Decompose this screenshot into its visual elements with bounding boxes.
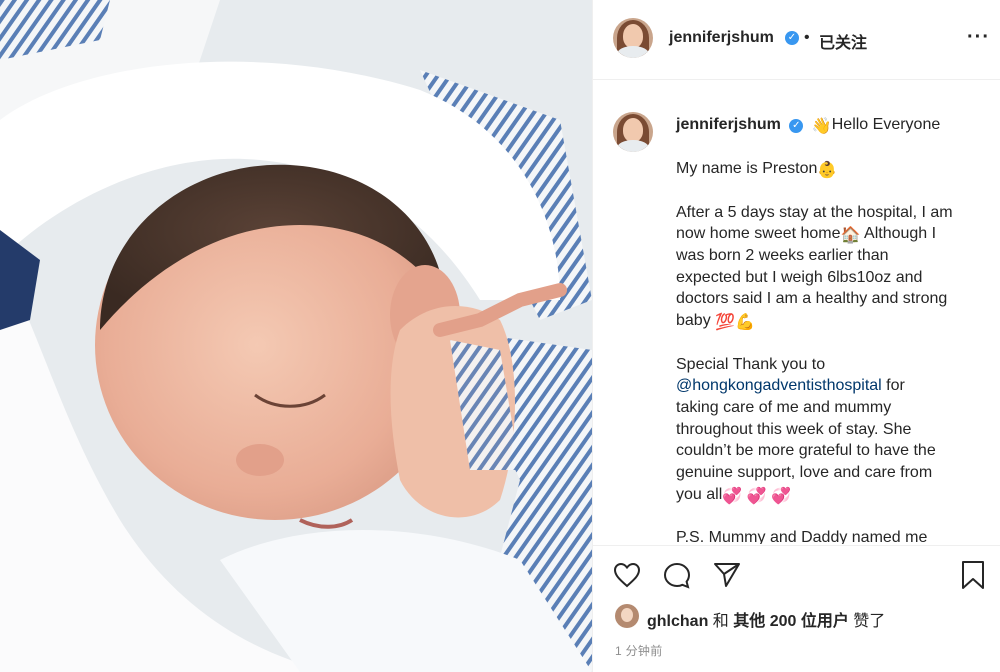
caption-text: baby xyxy=(676,312,711,329)
more-horizontal-icon[interactable]: ··· xyxy=(967,26,990,49)
separator-dot: • xyxy=(804,29,810,46)
verified-badge-icon: ✓ xyxy=(785,31,799,45)
heart-icon[interactable] xyxy=(613,562,641,588)
likes-suffix: 赞了 xyxy=(848,613,886,630)
post-photo[interactable] xyxy=(0,0,592,672)
caption-username[interactable]: jenniferjshum xyxy=(676,116,781,133)
post-header: jenniferjshum ✓ • 已关注 ··· xyxy=(593,0,1000,80)
caption-line: now home sweet home 🏠 Although I xyxy=(676,223,936,247)
caption-line: My name is Preston👶 xyxy=(676,158,837,182)
caption-line: taking care of me and mummy xyxy=(676,399,892,416)
hundred-points-emoji-icon: 💯 xyxy=(715,314,736,331)
hospital-mention-link[interactable]: @hongkongadventisthospital xyxy=(676,377,882,394)
caption-line: @hongkongadventisthospital for xyxy=(676,375,905,397)
caption-author-avatar[interactable] xyxy=(613,112,653,152)
caption-line: you all💞 💞 💞 xyxy=(676,484,791,508)
other-likers-link[interactable]: 其他 200 位用户 xyxy=(733,613,849,630)
caption-text: My name is Preston xyxy=(676,160,818,177)
heart-emoji-icon: 💞 xyxy=(746,488,767,505)
waving-hand-emoji-icon: 👋 xyxy=(811,118,832,135)
caption-line: expected but I weigh 6lbs10oz and xyxy=(676,269,923,286)
caption-text: now home sweet home xyxy=(676,225,841,242)
caption-line: P.S. Mummy and Daddy named me xyxy=(676,529,928,544)
post-sidebar: jenniferjshum ✓ • 已关注 ··· jenniferjshum … xyxy=(592,0,1000,672)
flexed-biceps-emoji-icon: 💪 xyxy=(735,314,755,331)
following-button[interactable]: 已关注 xyxy=(819,29,867,53)
caption-line: couldn’t be more grateful to have the xyxy=(676,442,936,459)
caption-text: you all xyxy=(676,486,723,503)
caption-verified-badge-icon: ✓ xyxy=(789,119,804,133)
caption-scroll-area[interactable]: jenniferjshum ✓ 👋Hello Everyone My name … xyxy=(593,81,1000,544)
caption-text: Hello Everyone xyxy=(831,116,941,133)
caption-line: baby 💯💪 xyxy=(676,310,755,334)
heart-emoji-icon: 💞 xyxy=(722,488,743,505)
author-username[interactable]: jenniferjshum xyxy=(669,29,774,47)
likes-conjunction: 和 xyxy=(708,613,734,630)
post-actions: ghlchan 和 其他 200 位用户 赞了 1 分钟前 xyxy=(593,545,1000,672)
baby-emoji-icon: 👶 xyxy=(817,162,838,179)
author-avatar[interactable] xyxy=(613,18,653,58)
caption-line: genuine support, love and care from xyxy=(676,464,933,481)
caption-line: After a 5 days stay at the hospital, I a… xyxy=(676,204,953,221)
comment-icon[interactable] xyxy=(663,562,691,590)
caption-text: Although I xyxy=(860,225,937,242)
caption-line: was born 2 weeks earlier than xyxy=(676,247,889,264)
caption-text: for xyxy=(881,377,905,394)
caption-first-line: jenniferjshum ✓ 👋Hello Everyone xyxy=(676,114,940,138)
newborn-photo-illustration xyxy=(0,0,592,672)
post-timestamp[interactable]: 1 分钟前 xyxy=(615,642,663,659)
liker-avatar[interactable] xyxy=(615,604,639,628)
caption-line: Special Thank you to xyxy=(676,356,826,373)
house-emoji-icon: 🏠 xyxy=(840,227,861,244)
bookmark-icon[interactable] xyxy=(961,560,985,590)
paper-plane-icon[interactable] xyxy=(713,562,741,588)
caption-line: doctors said I am a healthy and strong xyxy=(676,290,948,307)
caption-line: throughout this week of stay. She xyxy=(676,421,912,438)
heart-emoji-icon: 💞 xyxy=(771,488,791,505)
likes-summary: ghlchan 和 其他 200 位用户 赞了 xyxy=(647,607,885,631)
liker-username[interactable]: ghlchan xyxy=(647,613,708,630)
